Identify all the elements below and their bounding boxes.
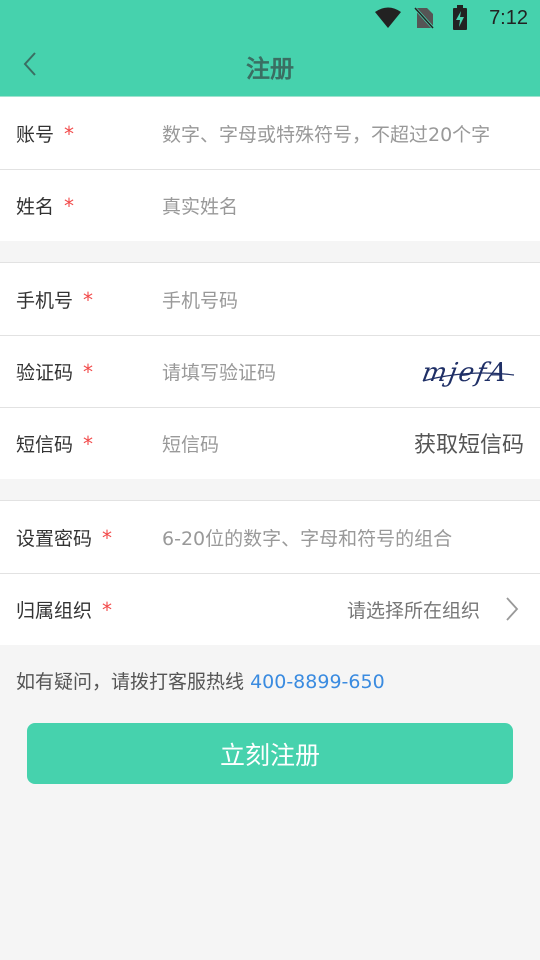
chevron-right-icon [502, 595, 522, 623]
get-sms-button[interactable]: 获取短信码 [414, 427, 524, 459]
captcha-row[interactable]: 验证码 * 请填写验证码 mjefA [0, 335, 540, 407]
required-mark: * [102, 525, 113, 550]
captcha-image[interactable]: mjefA [418, 351, 518, 391]
account-group: 账号 * 数字、字母或特殊符号，不超过20个字 姓名 * 真实姓名 [0, 97, 540, 241]
no-sim-icon [411, 5, 437, 31]
account-row[interactable]: 账号 * 数字、字母或特殊符号，不超过20个字 [0, 97, 540, 169]
status-time: 7:12 [489, 6, 528, 29]
title-bar: 注册 [0, 36, 540, 96]
battery-charging-icon [447, 5, 473, 31]
org-row[interactable]: 归属组织 * 请选择所在组织 [0, 573, 540, 645]
captcha-input[interactable]: 请填写验证码 [162, 358, 276, 385]
name-label: 姓名 * [16, 193, 75, 218]
password-input[interactable]: 6-20位的数字、字母和符号的组合 [162, 524, 452, 551]
required-mark: * [83, 359, 94, 384]
hotline-phone-link[interactable]: 400-8899-650 [250, 671, 385, 693]
password-row[interactable]: 设置密码 * 6-20位的数字、字母和符号的组合 [0, 501, 540, 573]
back-button[interactable] [10, 46, 50, 86]
account-label: 账号 * [16, 121, 75, 146]
org-select[interactable]: 请选择所在组织 [347, 596, 480, 623]
status-bar: 7:12 [0, 0, 540, 36]
name-row[interactable]: 姓名 * 真实姓名 [0, 169, 540, 241]
required-mark: * [64, 193, 75, 218]
required-mark: * [83, 431, 94, 456]
captcha-label: 验证码 * [16, 359, 94, 384]
register-button[interactable]: 立刻注册 [27, 723, 513, 784]
required-mark: * [102, 597, 113, 622]
phone-row[interactable]: 手机号 * 手机号码 [0, 263, 540, 335]
chevron-left-icon [22, 51, 38, 81]
phone-group: 手机号 * 手机号码 验证码 * 请填写验证码 mjefA 短信码 * 短信码 获取短… [0, 262, 540, 479]
hotline-label: 如有疑问，请拨打客服热线 [16, 671, 245, 693]
password-group: 设置密码 * 6-20位的数字、字母和符号的组合 归属组织 * 请选择所在组织 [0, 500, 540, 645]
org-label: 归属组织 * [16, 597, 113, 622]
required-mark: * [83, 287, 94, 312]
hotline-text: 如有疑问，请拨打客服热线 400-8899-650 [16, 667, 385, 694]
phone-input[interactable]: 手机号码 [162, 286, 238, 313]
sms-label: 短信码 * [16, 431, 94, 456]
phone-label: 手机号 * [16, 287, 94, 312]
sms-row[interactable]: 短信码 * 短信码 获取短信码 [0, 407, 540, 479]
page-title: 注册 [246, 54, 294, 83]
required-mark: * [64, 121, 75, 146]
sms-input[interactable]: 短信码 [162, 430, 219, 457]
wifi-icon [375, 5, 402, 31]
password-label: 设置密码 * [16, 525, 113, 550]
name-input[interactable]: 真实姓名 [162, 192, 238, 219]
account-input[interactable]: 数字、字母或特殊符号，不超过20个字 [162, 120, 490, 147]
